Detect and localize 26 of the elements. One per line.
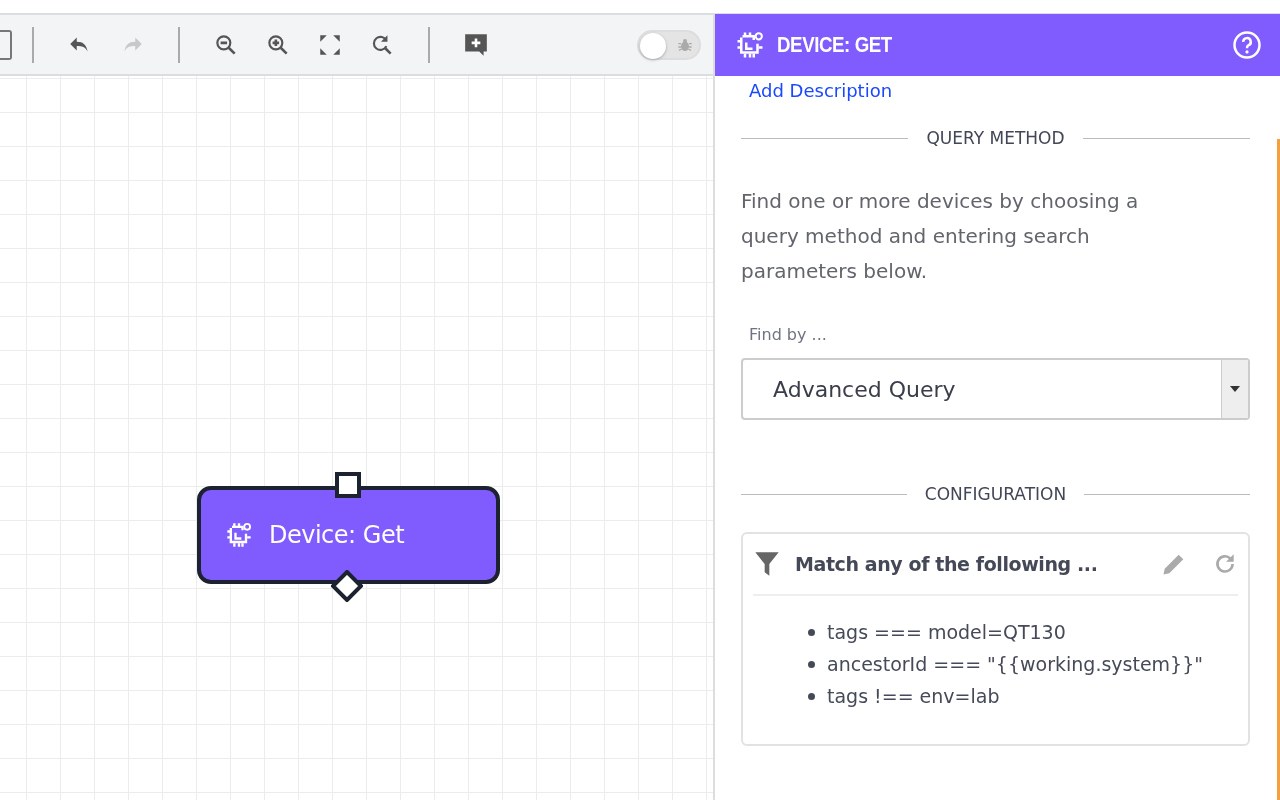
bullet-icon (808, 660, 815, 668)
filter-condition: tags !== env=lab (827, 684, 1000, 709)
find-by-dropdown[interactable]: Advanced Query (741, 358, 1250, 420)
chip-icon (735, 30, 765, 60)
query-description: Find one or more devices by choosing a query method and entering search parameters below. (741, 188, 1140, 285)
help-icon[interactable] (1232, 30, 1262, 60)
output-port[interactable] (331, 570, 363, 602)
panel-title: DEVICE: GET (777, 32, 892, 58)
filter-condition: tags === model=QT130 (827, 620, 1066, 645)
debug-toggle[interactable] (637, 29, 701, 60)
field-label: Find by ... (749, 325, 828, 344)
add-description-link[interactable]: Add Description (749, 80, 893, 102)
filter-icon (753, 550, 781, 578)
filter-condition: ancestorId === "{{working.system}}" (827, 652, 1204, 677)
filter-title: Match any of the following ... (795, 553, 1099, 575)
bug-icon (677, 36, 693, 53)
add-comment-icon[interactable] (463, 31, 489, 58)
section-heading: QUERY METHOD (741, 128, 1250, 148)
input-port[interactable] (335, 472, 361, 498)
flow-node[interactable]: Device: Get (197, 486, 500, 584)
bullet-icon (808, 692, 815, 700)
chip-icon (225, 521, 253, 549)
node-label: Device: Get (269, 521, 405, 549)
panel-toggle-icon[interactable] (0, 29, 12, 60)
section-heading: CONFIGURATION (741, 484, 1250, 504)
bullet-icon (808, 628, 815, 636)
